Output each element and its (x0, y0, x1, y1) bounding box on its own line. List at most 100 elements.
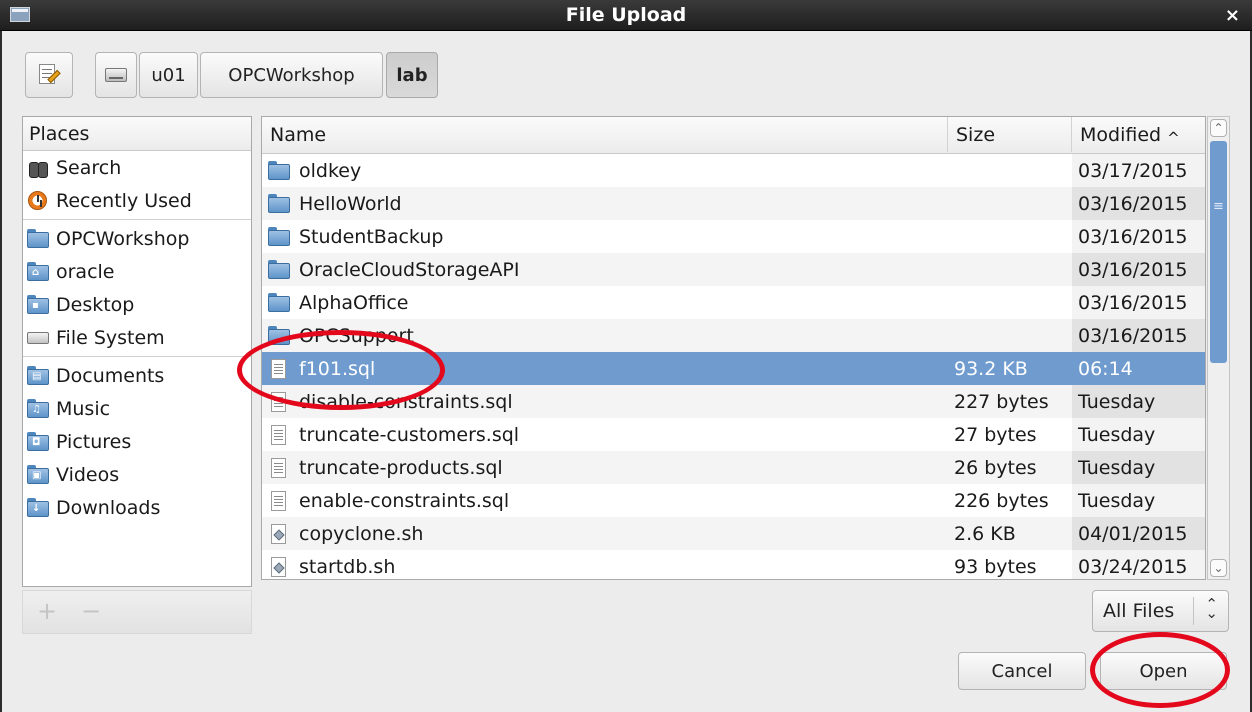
file-name-cell: StudentBackup (262, 220, 948, 253)
open-button[interactable]: Open (1100, 652, 1227, 690)
drive-icon (27, 328, 49, 348)
file-name: f101.sql (299, 357, 376, 380)
file-name: disable-constraints.sql (299, 390, 513, 413)
file-name: startdb.sh (299, 555, 396, 578)
file-size: 2.6 KB (948, 517, 1072, 550)
file-name: truncate-products.sql (299, 456, 503, 479)
place-item-label: Videos (56, 463, 120, 486)
file-list: Name Size Modified ^ oldkey 03/17/2015 Hel… (261, 116, 1206, 580)
file-row[interactable]: startdb.sh 93 bytes 03/24/2015 (262, 550, 1205, 579)
places-separator (23, 219, 251, 220)
text-file-icon (268, 424, 290, 445)
file-row-selected[interactable]: f101.sql 93.2 KB 06:14 (262, 352, 1205, 385)
file-row[interactable]: OracleCloudStorageAPI 03/16/2015 (262, 253, 1205, 286)
file-modified: 04/01/2015 (1072, 517, 1205, 550)
remove-bookmark-icon[interactable]: − (81, 597, 101, 625)
place-item-file-system[interactable]: File System (23, 321, 251, 354)
path-segment-u01[interactable]: u01 (139, 52, 198, 98)
file-modified: Tuesday (1072, 451, 1205, 484)
column-header-size[interactable]: Size (948, 117, 1072, 152)
close-icon[interactable]: × (1225, 5, 1240, 26)
file-row[interactable]: AlphaOffice 03/16/2015 (262, 286, 1205, 319)
file-name-cell: OPCSupport (262, 319, 948, 352)
file-list-scrollbar[interactable]: ⌃ ⌄ (1207, 116, 1230, 580)
place-item-label: Search (56, 156, 122, 179)
place-item-label: oracle (56, 260, 115, 283)
scroll-up-icon[interactable]: ⌃ (1210, 119, 1227, 137)
scrollbar-thumb[interactable] (1210, 141, 1227, 363)
place-item-videos[interactable]: ▣ Videos (23, 458, 251, 491)
path-segment-root[interactable] (95, 52, 137, 98)
type-location-button[interactable] (25, 52, 73, 98)
scroll-down-icon[interactable]: ⌄ (1210, 559, 1227, 577)
places-header[interactable]: Places (23, 117, 251, 151)
place-item-downloads[interactable]: ↓ Downloads (23, 491, 251, 524)
file-name-cell: truncate-customers.sql (262, 418, 948, 451)
place-item-music[interactable]: ♫ Music (23, 392, 251, 425)
place-item-recently-used[interactable]: Recently Used (23, 184, 251, 217)
file-modified: 06:14 (1072, 352, 1205, 385)
column-header-name[interactable]: Name (262, 117, 948, 152)
place-item-opcworkshop[interactable]: OPCWorkshop (23, 222, 251, 255)
file-name-cell: disable-constraints.sql (262, 385, 948, 418)
place-item-label: Documents (56, 364, 165, 387)
file-row[interactable]: copyclone.sh 2.6 KB 04/01/2015 (262, 517, 1205, 550)
file-row[interactable]: disable-constraints.sql 227 bytes Tuesday (262, 385, 1205, 418)
file-size: 226 bytes (954, 489, 1049, 512)
file-type-filter-select[interactable]: All Files ⌃ ⌄ (1092, 590, 1229, 632)
path-segment-lab[interactable]: lab (386, 52, 438, 98)
drive-icon (105, 68, 127, 82)
file-row[interactable]: truncate-products.sql 26 bytes Tuesday (262, 451, 1205, 484)
recent-clock-icon (27, 190, 49, 211)
music-folder-icon: ♫ (27, 398, 49, 419)
file-modified: Tuesday (1072, 484, 1205, 517)
place-item-search[interactable]: Search (23, 151, 251, 184)
place-item-documents[interactable]: ▤ Documents (23, 359, 251, 392)
file-name: enable-constraints.sql (299, 489, 510, 512)
place-item-label: Desktop (56, 293, 135, 316)
title-bar: File Upload × (0, 0, 1252, 31)
file-modified: 03/16/2015 (1072, 253, 1205, 286)
window-title: File Upload (565, 4, 687, 26)
file-row[interactable]: oldkey 03/17/2015 (262, 154, 1205, 187)
file-name: oldkey (299, 159, 362, 182)
folder-icon (268, 193, 290, 214)
folder-icon (27, 228, 49, 249)
file-name: OPCSupport (299, 324, 414, 347)
file-name-cell: copyclone.sh (262, 517, 948, 550)
file-row[interactable]: enable-constraints.sql 226 bytes Tuesday (262, 484, 1205, 517)
desktop-folder-icon: ▪ (27, 294, 49, 315)
file-size: 26 bytes (948, 451, 1072, 484)
path-segment-opcworkshop[interactable]: OPCWorkshop (200, 52, 383, 98)
place-item-label: OPCWorkshop (56, 227, 190, 250)
file-size (948, 220, 1072, 253)
file-size: 93.2 KB (948, 352, 1072, 385)
file-modified: 03/16/2015 (1072, 319, 1205, 352)
add-bookmark-icon[interactable]: + (37, 597, 57, 625)
place-item-oracle[interactable]: ⌂ oracle (23, 255, 251, 288)
file-name: StudentBackup (299, 225, 444, 248)
file-size: 27 bytes (954, 423, 1037, 446)
place-item-pictures[interactable]: ◘ Pictures (23, 425, 251, 458)
text-file-icon (268, 490, 290, 511)
file-row[interactable]: HelloWorld 03/16/2015 (262, 187, 1205, 220)
column-header-modified[interactable]: Modified ^ (1072, 117, 1205, 152)
file-row[interactable]: StudentBackup 03/16/2015 (262, 220, 1205, 253)
file-name-cell: f101.sql (262, 352, 948, 385)
file-size (948, 319, 1072, 352)
file-name: truncate-customers.sql (299, 423, 520, 446)
file-size (948, 253, 1072, 286)
file-modified: 03/16/2015 (1072, 187, 1205, 220)
file-modified: 03/16/2015 (1072, 220, 1205, 253)
cancel-button[interactable]: Cancel (958, 652, 1086, 690)
select-chevron-icon: ⌃ ⌄ (1205, 595, 1218, 622)
place-item-desktop[interactable]: ▪ Desktop (23, 288, 251, 321)
place-item-label: File System (56, 326, 165, 349)
text-file-icon (268, 391, 290, 412)
home-folder-icon: ⌂ (27, 261, 49, 282)
file-name-cell: HelloWorld (262, 187, 948, 220)
file-name-cell: OracleCloudStorageAPI (262, 253, 948, 286)
file-row[interactable]: OPCSupport 03/16/2015 (262, 319, 1205, 352)
file-row[interactable]: truncate-customers.sql 27 bytes Tuesday (262, 418, 1205, 451)
file-name-cell: AlphaOffice (262, 286, 948, 319)
